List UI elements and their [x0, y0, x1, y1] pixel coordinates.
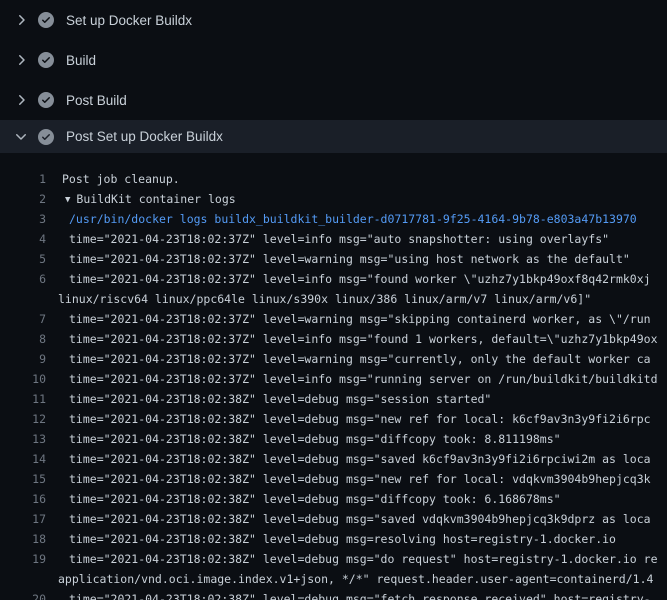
- log-line: 1Post job cleanup.: [0, 169, 667, 189]
- log-line-text: time="2021-04-23T18:02:38Z" level=debug …: [46, 389, 491, 409]
- log-line: 11time="2021-04-23T18:02:38Z" level=debu…: [0, 389, 667, 409]
- log-panel: 1Post job cleanup.2 ▼ BuildKit container l…: [0, 153, 667, 600]
- log-line-text: time="2021-04-23T18:02:38Z" level=debug …: [46, 589, 651, 600]
- log-line-text: time="2021-04-23T18:02:37Z" level=info m…: [46, 329, 658, 349]
- log-line-number[interactable]: 6: [0, 269, 46, 289]
- log-line: 7time="2021-04-23T18:02:37Z" level=warni…: [0, 309, 667, 329]
- log-line: 20time="2021-04-23T18:02:38Z" level=debu…: [0, 589, 667, 600]
- chevron-down-icon: [13, 129, 29, 145]
- step-row-set-up-docker-buildx[interactable]: Set up Docker Buildx: [0, 0, 667, 40]
- step-label: Build: [66, 53, 96, 68]
- log-command-text: /usr/bin/docker logs buildx_buildkit_bui…: [46, 209, 637, 229]
- check-circle-icon: [38, 52, 54, 68]
- log-line-number[interactable]: 14: [0, 449, 46, 469]
- log-line: 4time="2021-04-23T18:02:37Z" level=info …: [0, 229, 667, 249]
- check-circle-icon: [38, 129, 54, 145]
- log-line-text: application/vnd.oci.image.index.v1+json,…: [46, 569, 653, 589]
- log-line: application/vnd.oci.image.index.v1+json,…: [0, 569, 667, 589]
- chevron-right-icon: [13, 92, 29, 108]
- log-line-text: time="2021-04-23T18:02:37Z" level=warnin…: [46, 309, 651, 329]
- check-circle-icon: [38, 92, 54, 108]
- log-line-number[interactable]: 1: [0, 169, 46, 189]
- log-line-text: time="2021-04-23T18:02:37Z" level=warnin…: [46, 349, 651, 369]
- log-line: 13time="2021-04-23T18:02:38Z" level=debu…: [0, 429, 667, 449]
- log-line-text: time="2021-04-23T18:02:37Z" level=info m…: [46, 369, 658, 389]
- log-line-number[interactable]: 2: [0, 189, 46, 209]
- log-line-text: Post job cleanup.: [46, 169, 180, 189]
- log-line-text: time="2021-04-23T18:02:37Z" level=warnin…: [46, 249, 630, 269]
- log-line-text: time="2021-04-23T18:02:38Z" level=debug …: [46, 449, 651, 469]
- log-line: 17time="2021-04-23T18:02:38Z" level=debu…: [0, 509, 667, 529]
- actions-log-viewer: Set up Docker Buildx Build Post Build Post …: [0, 0, 667, 600]
- step-row-build[interactable]: Build: [0, 40, 667, 80]
- step-label: Post Build: [66, 93, 127, 108]
- step-label: Set up Docker Buildx: [66, 13, 192, 28]
- log-line-number[interactable]: 12: [0, 409, 46, 429]
- log-line-text: time="2021-04-23T18:02:38Z" level=debug …: [46, 429, 561, 449]
- log-line-text[interactable]: ▼ BuildKit container logs: [46, 189, 236, 209]
- log-line-text: time="2021-04-23T18:02:38Z" level=debug …: [46, 409, 651, 429]
- log-line-number: [0, 289, 46, 309]
- log-line-number[interactable]: 17: [0, 509, 46, 529]
- log-line-number[interactable]: 4: [0, 229, 46, 249]
- log-line-text: time="2021-04-23T18:02:38Z" level=debug …: [46, 529, 616, 549]
- log-line: 19time="2021-04-23T18:02:38Z" level=debu…: [0, 549, 667, 569]
- step-row-post-build[interactable]: Post Build: [0, 80, 667, 120]
- step-label: Post Set up Docker Buildx: [66, 129, 223, 144]
- log-line-text: time="2021-04-23T18:02:37Z" level=info m…: [46, 229, 609, 249]
- log-line: linux/riscv64 linux/ppc64le linux/s390x …: [0, 289, 667, 309]
- log-line-number[interactable]: 19: [0, 549, 46, 569]
- log-line-number[interactable]: 11: [0, 389, 46, 409]
- log-line-number[interactable]: 20: [0, 589, 46, 600]
- chevron-right-icon: [13, 52, 29, 68]
- log-line: 6time="2021-04-23T18:02:37Z" level=info …: [0, 269, 667, 289]
- log-line-number[interactable]: 8: [0, 329, 46, 349]
- log-line-number: [0, 569, 46, 589]
- log-line: 14time="2021-04-23T18:02:38Z" level=debu…: [0, 449, 667, 469]
- log-line: 15time="2021-04-23T18:02:38Z" level=debu…: [0, 469, 667, 489]
- log-line: 8time="2021-04-23T18:02:37Z" level=info …: [0, 329, 667, 349]
- log-line-number[interactable]: 13: [0, 429, 46, 449]
- log-line-text: time="2021-04-23T18:02:38Z" level=debug …: [46, 549, 658, 569]
- log-line-number[interactable]: 3: [0, 209, 46, 229]
- log-line: 16time="2021-04-23T18:02:38Z" level=debu…: [0, 489, 667, 509]
- log-line-number[interactable]: 10: [0, 369, 46, 389]
- log-line: 9time="2021-04-23T18:02:37Z" level=warni…: [0, 349, 667, 369]
- group-toggle-triangle-icon[interactable]: ▼: [65, 190, 70, 209]
- chevron-right-icon: [13, 12, 29, 28]
- log-line: 3/usr/bin/docker logs buildx_buildkit_bu…: [0, 209, 667, 229]
- log-line-number[interactable]: 15: [0, 469, 46, 489]
- group-title: BuildKit container logs: [76, 192, 235, 206]
- check-circle-icon: [38, 12, 54, 28]
- log-line-number[interactable]: 16: [0, 489, 46, 509]
- step-row-post-set-up-docker-buildx[interactable]: Post Set up Docker Buildx: [0, 120, 667, 153]
- log-line-text: time="2021-04-23T18:02:38Z" level=debug …: [46, 509, 651, 529]
- log-line-text: time="2021-04-23T18:02:37Z" level=info m…: [46, 269, 651, 289]
- log-line-text: time="2021-04-23T18:02:38Z" level=debug …: [46, 489, 561, 509]
- log-line: 12time="2021-04-23T18:02:38Z" level=debu…: [0, 409, 667, 429]
- log-line-number[interactable]: 9: [0, 349, 46, 369]
- log-line-number[interactable]: 18: [0, 529, 46, 549]
- log-line: 5time="2021-04-23T18:02:37Z" level=warni…: [0, 249, 667, 269]
- step-list: Set up Docker Buildx Build Post Build Post …: [0, 0, 667, 153]
- log-line: 2 ▼ BuildKit container logs: [0, 189, 667, 209]
- log-line: 10time="2021-04-23T18:02:37Z" level=info…: [0, 369, 667, 389]
- log-line: 18time="2021-04-23T18:02:38Z" level=debu…: [0, 529, 667, 549]
- log-line-number[interactable]: 7: [0, 309, 46, 329]
- log-line-text: time="2021-04-23T18:02:38Z" level=debug …: [46, 469, 651, 489]
- log-line-number[interactable]: 5: [0, 249, 46, 269]
- log-line-text: linux/riscv64 linux/ppc64le linux/s390x …: [46, 289, 591, 309]
